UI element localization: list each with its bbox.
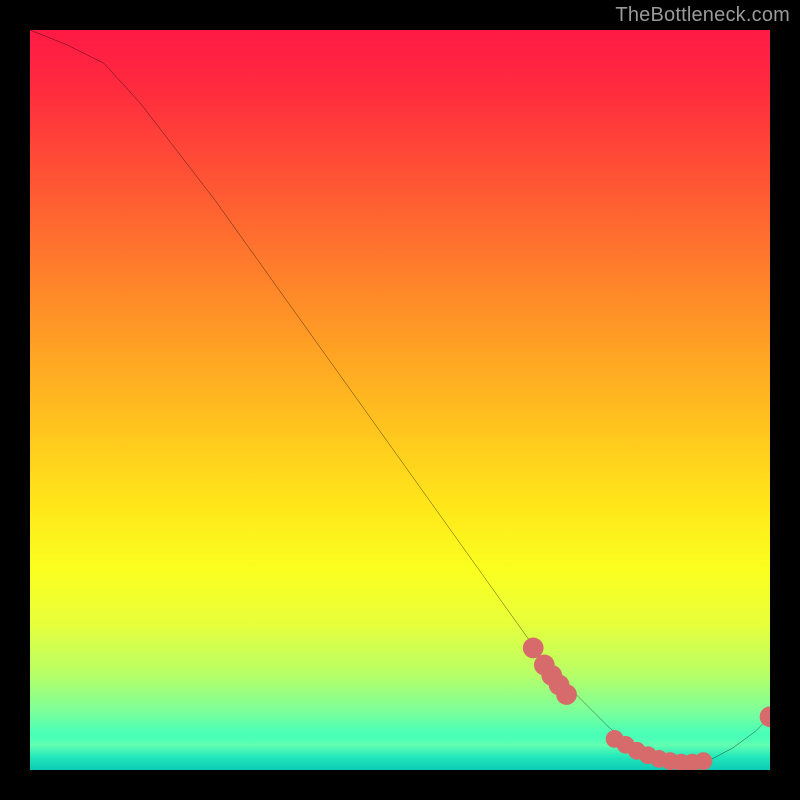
bottleneck-curve (30, 30, 770, 764)
plot-area (30, 30, 770, 770)
curve-layer (30, 30, 770, 770)
curve-marker (695, 752, 713, 770)
curve-marker (556, 684, 577, 705)
chart-stage: TheBottleneck.com (0, 0, 800, 800)
curve-marker (523, 638, 544, 659)
curve-marker (760, 706, 770, 727)
watermark-text: TheBottleneck.com (615, 4, 790, 27)
curve-markers (523, 638, 770, 770)
